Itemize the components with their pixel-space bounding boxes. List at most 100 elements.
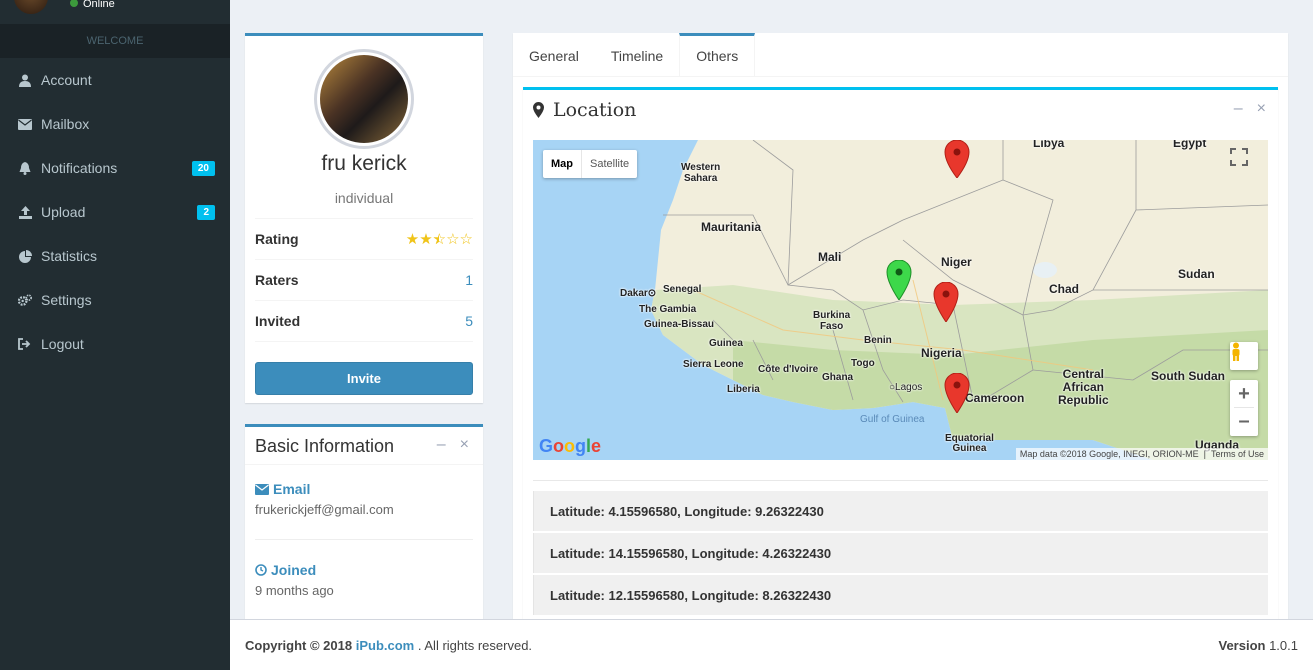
map-label: Nigeria [921, 346, 962, 360]
map-label: Central African Republic [1058, 367, 1109, 407]
sidebar-item-notifications[interactable]: Notifications 20 [0, 146, 230, 190]
map-label: Benin [864, 335, 892, 346]
tab-general[interactable]: General [513, 33, 595, 77]
raters-link[interactable]: 1 [465, 272, 473, 288]
sidebar-item-label: Mailbox [41, 116, 90, 132]
user-icon [18, 73, 32, 87]
map-label: Ghana [822, 372, 854, 383]
map-marker-green[interactable] [886, 260, 912, 300]
sidebar: Online WELCOME Account Mailbox Notificat… [0, 0, 230, 670]
sidebar-item-mailbox[interactable]: Mailbox [0, 102, 230, 146]
location-box: Location – × Western Sahara Libya Egypt … [523, 87, 1278, 627]
map-label: South Sudan [1151, 369, 1225, 383]
email-value: frukerickjeff@gmail.com [255, 502, 394, 517]
map-marker-red[interactable] [944, 140, 970, 178]
sidebar-item-label: Statistics [41, 248, 98, 264]
invited-label: Invited [255, 313, 301, 329]
profile-role: individual [334, 190, 394, 206]
map-label: Sierra Leone [683, 359, 744, 370]
close-icon[interactable]: × [460, 436, 469, 453]
map-attribution: Map data ©2018 Google, INEGI, ORION-ME |… [1015, 448, 1268, 460]
list-item: Invited 5 [255, 301, 473, 342]
user-panel: Online [0, 0, 230, 24]
version-number: 1.0.1 [1269, 637, 1298, 653]
coordinates-list: Latitude: 4.15596580, Longitude: 9.26322… [533, 480, 1268, 615]
map-label: Gulf of Guinea [860, 414, 925, 425]
avatar[interactable] [14, 0, 48, 14]
joined-label-text: Joined [271, 562, 317, 578]
sign-out-icon [18, 337, 32, 351]
box-header: Basic Information – × [245, 427, 483, 465]
notifications-badge: 20 [191, 160, 215, 176]
zoom-out-button[interactable]: – [1234, 408, 1254, 436]
map-label: Chad [1049, 282, 1079, 296]
envelope-icon [255, 483, 269, 495]
star-filled-icon: ★ [419, 231, 433, 248]
tabs-panel: General Timeline Others Location – × Wes… [513, 33, 1288, 627]
star-filled-icon: ★ [405, 231, 420, 248]
map-label: Cameroon [965, 391, 1025, 405]
location-title: Location [533, 99, 636, 121]
tab-others[interactable]: Others [679, 33, 756, 77]
pie-chart-icon [18, 249, 32, 263]
sidebar-item-upload[interactable]: Upload 2 [0, 190, 230, 234]
map-label: Mali [818, 250, 842, 264]
invited-link[interactable]: 5 [465, 313, 473, 329]
basic-info-box: Basic Information – × Email frukerickjeff… [245, 424, 483, 624]
rights-text: . All rights reserved. [417, 637, 533, 653]
basic-info-title: Basic Information [255, 436, 395, 456]
joined-value: 9 months ago [255, 583, 334, 598]
sidebar-section-header: WELCOME [0, 24, 230, 58]
list-item: Latitude: 14.15596580, Longitude: 4.2632… [533, 533, 1268, 573]
sidebar-item-logout[interactable]: Logout [0, 322, 230, 366]
star-empty-icon: ☆ [459, 231, 473, 248]
terms-link[interactable]: Terms of Use [1211, 449, 1264, 459]
close-icon[interactable]: × [1257, 100, 1266, 117]
map-marker-red[interactable] [933, 282, 959, 322]
collapse-icon[interactable]: – [1234, 100, 1243, 117]
map-label: Western Sahara [681, 162, 721, 184]
profile-avatar [314, 49, 414, 149]
tab-timeline[interactable]: Timeline [595, 33, 679, 77]
sidebar-item-label: Logout [41, 336, 84, 352]
fullscreen-icon[interactable] [1230, 148, 1258, 176]
map-label: Guinea [709, 338, 743, 349]
star-empty-icon: ☆ [446, 231, 460, 248]
map-label: Liberia [727, 384, 760, 395]
invite-button[interactable]: Invite [255, 362, 473, 395]
sidebar-item-statistics[interactable]: Statistics [0, 234, 230, 278]
joined-info: Joined 9 months ago [255, 562, 473, 598]
map-label: Dakar⊙ [620, 288, 657, 299]
zoom-in-button[interactable]: + [1234, 380, 1254, 408]
map-label: Equatorial Guinea [945, 433, 994, 454]
map-marker-icon [533, 102, 544, 118]
map-label: Mauritania [701, 220, 762, 234]
map-marker-red[interactable] [944, 373, 970, 413]
sidebar-item-label: Notifications [41, 160, 118, 176]
map-label: Sudan [1178, 267, 1215, 281]
joined-label: Joined [255, 562, 473, 578]
profile-box: fru kerick individual Rating ★★☆★☆☆ Rate… [245, 33, 483, 403]
upload-badge: 2 [197, 204, 215, 220]
version-label: Version [1218, 637, 1266, 653]
map-label: Guinea-Bissau [644, 319, 715, 330]
map-type-map-button[interactable]: Map [543, 150, 582, 178]
pegman-icon[interactable] [1230, 342, 1258, 370]
footer: Copyright © 2018 iPub.com . All rights r… [230, 619, 1313, 670]
map-type-satellite-button[interactable]: Satellite [582, 150, 637, 178]
upload-icon [18, 205, 32, 219]
site-link[interactable]: iPub.com [356, 638, 415, 653]
box-tools: – × [423, 436, 469, 454]
rating-stars[interactable]: ★★☆★☆☆ [406, 230, 473, 248]
sidebar-item-account[interactable]: Account [0, 58, 230, 102]
sidebar-item-settings[interactable]: Settings [0, 278, 230, 322]
bell-icon [18, 161, 32, 175]
map[interactable]: Western Sahara Libya Egypt Mauritania Mal… [533, 140, 1268, 460]
envelope-icon [18, 117, 32, 131]
sidebar-item-label: Account [41, 72, 92, 88]
divider [255, 539, 473, 540]
clock-icon [255, 564, 267, 576]
collapse-icon[interactable]: – [437, 436, 446, 453]
map-label: Côte d'Ivoire [758, 364, 819, 375]
map-label: Senegal [663, 284, 702, 295]
